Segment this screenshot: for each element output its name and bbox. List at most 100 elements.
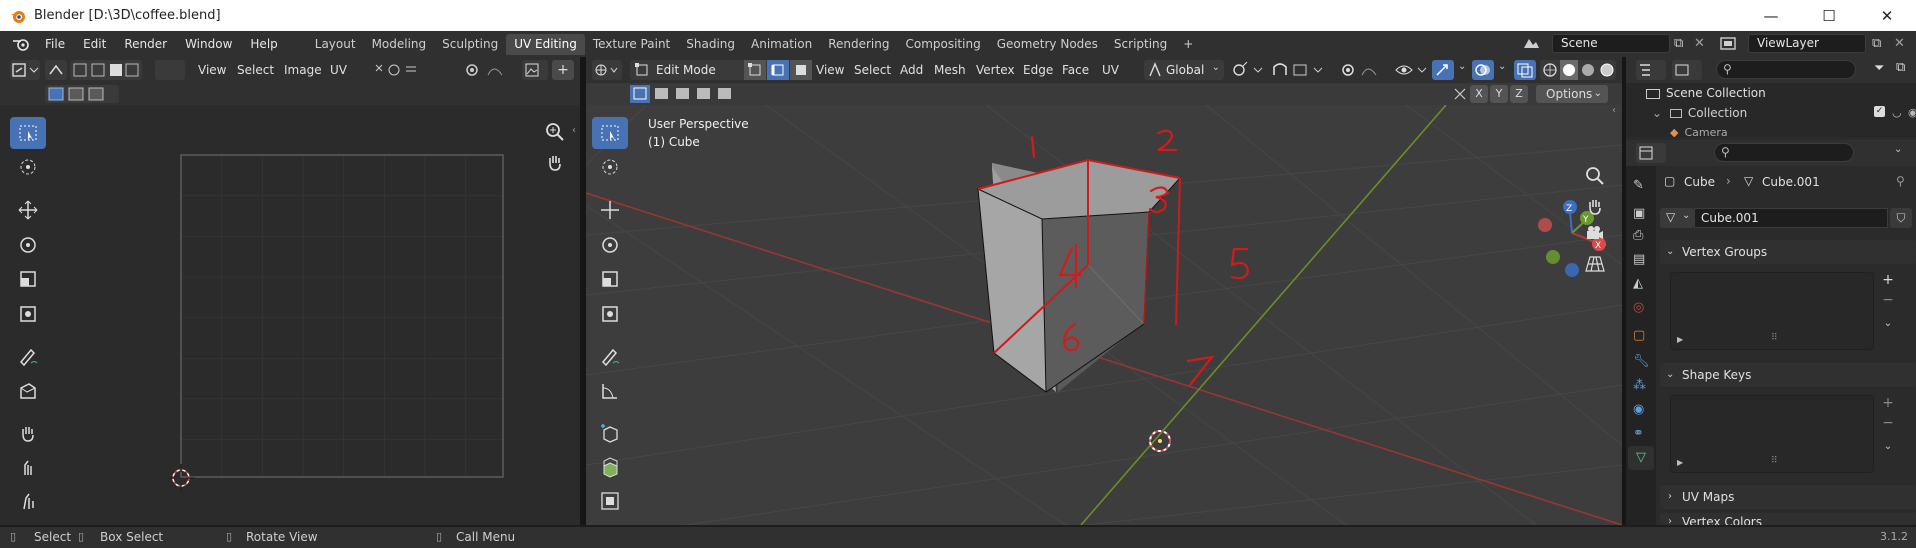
viewport-zoom-icon[interactable] [1584,165,1606,187]
world-tab-icon[interactable]: ◎ [1633,300,1644,315]
shape-key-specials-icon[interactable]: ⌄ [1878,441,1898,459]
view-layer-field[interactable]: ViewLayer [1748,34,1866,53]
tab-geometry-nodes[interactable]: Geometry Nodes [989,34,1106,55]
shape-keys-list[interactable]: ▶ ⠿ [1670,395,1874,473]
vp-menu-view[interactable]: View [816,63,844,77]
particles-tab-icon[interactable]: ⁂ [1633,378,1646,393]
uv-menu-uv[interactable]: UV [330,63,347,77]
cursor-tool[interactable] [592,151,628,183]
menu-edit[interactable]: Edit [74,37,115,51]
vp-menu-add[interactable]: Add [900,63,923,77]
mesh-name-field[interactable]: Cube.001 [1694,208,1888,228]
uv-snapping-icons[interactable] [372,61,432,79]
selection-operation-buttons[interactable] [630,85,734,103]
mirror-y-button[interactable]: Y [1490,85,1508,103]
close-button[interactable]: ✕ [1858,0,1916,31]
outliner-editor-type-icon[interactable] [1636,60,1666,80]
tab-animation[interactable]: Animation [743,34,820,55]
tab-sculpting[interactable]: Sculpting [434,34,506,55]
render-icon[interactable]: ◉ [1908,106,1916,119]
options-dropdown[interactable]: Options ⌄ [1536,85,1608,103]
transform-orientation-selector[interactable]: Global ⌄ [1144,60,1224,80]
annotate-tool[interactable] [592,341,628,373]
uv-menu-view[interactable]: View [198,63,226,77]
outliner-item-collection[interactable]: ⌄ Collection ✓ ◡ ◉ [1652,106,1916,120]
render-tab-icon[interactable]: ▣ [1633,206,1645,221]
properties-editor-type-icon[interactable] [1636,143,1666,163]
add-cube-tool[interactable] [592,417,628,449]
viewport-pan-icon[interactable] [1584,195,1606,217]
uv-rotate-tool[interactable] [10,229,46,261]
object-tab-icon[interactable]: ▢ [1633,328,1645,343]
list-resize-handle[interactable]: ⠿ [1771,333,1778,343]
uv-move-tool[interactable] [10,194,46,226]
add-shape-key-button[interactable]: + [1878,395,1898,413]
add-workspace-button[interactable]: + [1175,34,1201,55]
inset-faces-tool[interactable] [592,485,628,517]
mesh-data-tab-icon[interactable]: ▽ [1628,446,1654,470]
select-box-tool[interactable] [592,117,628,149]
proportional-edit-icon[interactable] [1338,61,1386,79]
uv-rip-tool[interactable] [10,375,46,407]
uv-menu-image[interactable]: Image [284,63,322,77]
properties-options-icon[interactable]: ⌄ [1894,144,1902,155]
vp-menu-mesh[interactable]: Mesh [934,63,966,77]
viewport-editor-type-icon[interactable] [592,60,622,80]
list-expand-icon[interactable]: ▶ [1677,335,1683,344]
filter-icon[interactable]: ⏷ [1874,61,1884,76]
copy-view-layer-icon[interactable]: ⧉ [1872,36,1881,51]
visibility-icon[interactable]: ◡ [1892,106,1902,119]
new-collection-icon[interactable]: ⧉ [1896,60,1905,75]
extrude-tool[interactable] [592,451,628,483]
transform-tool[interactable] [592,298,628,330]
view-layer-tab-icon[interactable]: ▤ [1633,252,1645,267]
uv-pan-icon[interactable] [544,151,566,173]
tab-texture-paint[interactable]: Texture Paint [585,34,678,55]
select-mode-buttons[interactable] [744,60,812,80]
outliner-search-field[interactable]: ⚲ [1716,60,1856,79]
remove-shape-key-button[interactable]: − [1878,415,1898,433]
show-gizmo-icon[interactable] [1432,60,1454,80]
tool-tab-icon[interactable]: ✎ [1633,178,1644,193]
list-expand-icon[interactable]: ▶ [1677,458,1683,467]
perspective-toggle-icon[interactable] [1584,253,1606,275]
vp-menu-select[interactable]: Select [854,63,891,77]
uv-transform-tool[interactable] [10,298,46,330]
editor-type-icon[interactable] [10,60,40,80]
uv-relax-tool[interactable] [10,451,46,483]
vp-menu-vertex[interactable]: Vertex [976,63,1015,77]
vertex-groups-panel-header[interactable]: ⌄ Vertex Groups [1660,240,1916,264]
outliner-item-camera[interactable]: ◆ Camera [1670,126,1728,137]
uv-pinch-tool[interactable] [10,485,46,517]
tab-shading[interactable]: Shading [678,34,743,55]
tab-modeling[interactable]: Modeling [364,34,435,55]
overlays-dropdown-icon[interactable]: ⌄ [1498,61,1506,72]
mirror-x-button[interactable]: X [1470,85,1488,103]
delete-scene-icon[interactable]: ✕ [1694,36,1705,51]
gizmo-dropdown-icon[interactable]: ⌄ [1458,61,1466,72]
maximize-button[interactable]: ☐ [1800,0,1858,31]
pin-icon[interactable]: ⚲ [1896,174,1905,188]
fake-user-icon[interactable]: ⛉ [1890,208,1912,228]
collection-checkbox[interactable]: ✓ [1874,106,1885,117]
shape-keys-panel-header[interactable]: ⌄ Shape Keys [1660,363,1916,387]
tab-rendering[interactable]: Rendering [820,34,897,55]
scene-name-field[interactable]: Scene [1552,34,1670,53]
blender-menu-icon[interactable] [12,37,30,51]
3d-viewport[interactable]: Z Y X User Perspective (1) Cube 1 2 3 4 … [586,105,1622,525]
uv-select-mode-group[interactable] [70,60,142,80]
output-tab-icon[interactable]: ⎙ [1633,228,1643,243]
copy-scene-icon[interactable]: ⧉ [1674,36,1683,51]
pivot-point-icon[interactable] [1230,61,1266,79]
new-image-button[interactable]: + [552,60,574,80]
image-browse-icon[interactable] [522,60,548,80]
scale-tool[interactable] [592,263,628,295]
outliner-item-scene-collection[interactable]: Scene Collection [1646,86,1766,100]
sticky-selection-icon[interactable] [155,60,185,80]
uv-scale-tool[interactable] [10,263,46,295]
rotate-tool[interactable] [592,229,628,261]
show-overlays-icon[interactable] [1472,60,1494,80]
physics-tab-icon[interactable]: ◉ [1633,402,1644,417]
scene-tab-icon[interactable]: ◭ [1633,276,1643,291]
uv-sync-selection-icon[interactable] [45,60,67,80]
